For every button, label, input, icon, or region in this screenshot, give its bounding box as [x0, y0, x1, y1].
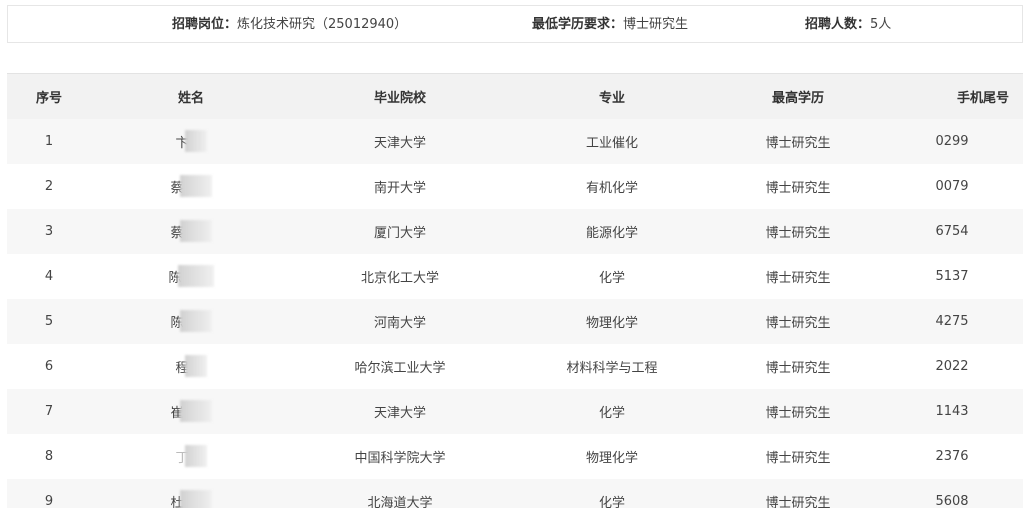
- row-phone: 0079: [935, 178, 969, 194]
- row-school: 河南大学: [373, 315, 426, 331]
- table-row: 8 丁 中国科学院大学 物理化学 博士研究生 2376: [7, 433, 1023, 479]
- row-school: 北京化工大学: [360, 270, 439, 286]
- row-name: 卞: [91, 119, 291, 164]
- row-name: 陈: [91, 254, 291, 299]
- row-index: 5: [44, 313, 54, 329]
- row-index: 1: [44, 133, 54, 149]
- table-row: 2 蔡 南开大学 有机化学 博士研究生 0079: [7, 163, 1023, 209]
- row-degree: 博士研究生: [765, 180, 831, 196]
- row-name: 陈: [91, 299, 291, 344]
- row-school: 天津大学: [373, 135, 426, 151]
- candidate-table: 序号 姓名 毕业院校 专业 最高学历 手机尾号 1 卞 天津大学 工业催化 博士…: [7, 73, 1023, 508]
- row-degree: 博士研究生: [765, 360, 831, 376]
- header-name: 姓名: [177, 90, 204, 106]
- row-name: 蔡: [91, 164, 291, 209]
- row-phone: 5137: [935, 268, 969, 284]
- row-school: 南开大学: [373, 180, 426, 196]
- row-phone: 1143: [935, 403, 969, 419]
- row-index: 3: [44, 223, 54, 239]
- row-name: 丁: [91, 434, 291, 479]
- count-label: 招聘人数：: [805, 17, 871, 32]
- degree-label: 最低学历要求：: [532, 17, 624, 32]
- table-row: 5 陈 河南大学 物理化学 博士研究生 4275: [7, 298, 1023, 344]
- position-info: 招聘岗位：炼化技术研究（25012940）: [172, 6, 407, 44]
- row-phone: 6754: [935, 223, 969, 239]
- row-major: 物理化学: [585, 450, 638, 466]
- row-major: 物理化学: [585, 315, 638, 331]
- name-redaction-mask: [179, 310, 212, 332]
- name-redaction-mask: [179, 220, 212, 242]
- name-redaction-mask: [184, 445, 207, 467]
- name-redaction-mask: [179, 400, 212, 422]
- row-major: 化学: [598, 405, 625, 421]
- row-major: 化学: [598, 495, 625, 508]
- row-school: 哈尔滨工业大学: [354, 360, 446, 376]
- row-index: 6: [44, 358, 54, 374]
- row-degree: 博士研究生: [765, 225, 831, 241]
- hiring-count-info: 招聘人数：5人: [805, 6, 891, 44]
- position-label: 招聘岗位：: [172, 17, 238, 32]
- table-row: 9 杜 北海道大学 化学 博士研究生 5608: [7, 478, 1023, 508]
- name-redaction-mask: [179, 490, 212, 508]
- row-name: 程: [91, 344, 291, 389]
- row-school: 北海道大学: [367, 495, 433, 508]
- row-degree: 博士研究生: [765, 405, 831, 421]
- count-value: 5人: [870, 17, 892, 32]
- name-redaction-mask: [184, 130, 207, 152]
- table-row: 4 陈 北京化工大学 化学 博士研究生 5137: [7, 253, 1023, 299]
- row-index: 8: [44, 448, 54, 464]
- row-degree: 博士研究生: [765, 495, 831, 508]
- row-major: 工业催化: [585, 135, 638, 151]
- header-major: 专业: [598, 90, 625, 106]
- row-degree: 博士研究生: [765, 450, 831, 466]
- header-phone-suffix: 手机尾号: [956, 90, 1009, 106]
- table-row: 3 蔡 厦门大学 能源化学 博士研究生 6754: [7, 208, 1023, 254]
- row-phone: 2022: [935, 358, 969, 374]
- name-redaction-mask: [184, 355, 207, 377]
- position-value: 炼化技术研究（25012940）: [237, 17, 408, 32]
- row-school: 天津大学: [373, 405, 426, 421]
- row-name: 杜: [91, 479, 291, 508]
- recruitment-info-bar: 招聘岗位：炼化技术研究（25012940） 最低学历要求：博士研究生 招聘人数：…: [7, 5, 1023, 43]
- row-degree: 博士研究生: [765, 315, 831, 331]
- row-major: 能源化学: [585, 225, 638, 241]
- row-school: 厦门大学: [373, 225, 426, 241]
- table-header-row: 序号 姓名 毕业院校 专业 最高学历 手机尾号: [7, 73, 1023, 119]
- row-index: 4: [44, 268, 54, 284]
- row-phone: 2376: [935, 448, 969, 464]
- candidate-table-container: 序号 姓名 毕业院校 专业 最高学历 手机尾号 1 卞 天津大学 工业催化 博士…: [7, 73, 1023, 508]
- row-index: 9: [44, 493, 54, 508]
- header-index: 序号: [35, 90, 62, 106]
- row-major: 化学: [598, 270, 625, 286]
- table-row: 6 程 哈尔滨工业大学 材料科学与工程 博士研究生 2022: [7, 343, 1023, 389]
- row-school: 中国科学院大学: [354, 450, 446, 466]
- row-index: 2: [44, 178, 54, 194]
- row-phone: 5608: [935, 493, 969, 508]
- row-name: 崔: [91, 389, 291, 434]
- row-phone: 4275: [935, 313, 969, 329]
- header-school: 毕业院校: [373, 90, 426, 106]
- row-degree: 博士研究生: [765, 135, 831, 151]
- header-degree: 最高学历: [771, 90, 824, 106]
- table-row: 7 崔 天津大学 化学 博士研究生 1143: [7, 388, 1023, 434]
- row-degree: 博士研究生: [765, 270, 831, 286]
- row-phone: 0299: [935, 133, 969, 149]
- row-major: 有机化学: [585, 180, 638, 196]
- row-index: 7: [44, 403, 54, 419]
- name-redaction-mask: [177, 265, 214, 287]
- degree-requirement-info: 最低学历要求：博士研究生: [532, 6, 688, 44]
- row-major: 材料科学与工程: [566, 360, 658, 376]
- row-name: 蔡: [91, 209, 291, 254]
- name-redaction-mask: [179, 175, 212, 197]
- degree-value: 博士研究生: [623, 17, 689, 32]
- table-row: 1 卞 天津大学 工业催化 博士研究生 0299: [7, 118, 1023, 164]
